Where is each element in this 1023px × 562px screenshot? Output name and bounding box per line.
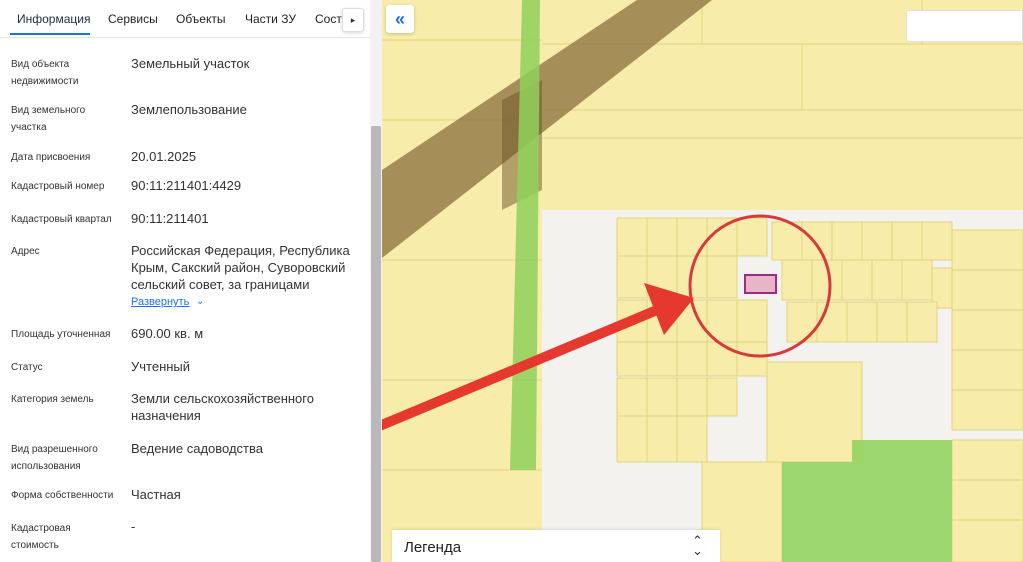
date-assigned-label: Дата присвоения (11, 152, 91, 163)
object-type-label: Вид объекта недвижимости (11, 59, 79, 87)
plot-type-value: Землепользование (131, 102, 247, 117)
status-value: Учтенный (131, 359, 191, 374)
land-category-value: Земли сельскохозяйственного назначения (131, 391, 314, 423)
cadastral-number-label: Кадастровый номер (11, 181, 105, 192)
cadastral-number-value: 90:11:211401:4429 (131, 178, 242, 193)
tab-scroll-button[interactable]: ▸ (342, 8, 364, 32)
cadastral-quarter-value: 90:11:211401 (131, 211, 209, 226)
active-tab-indicator (10, 33, 90, 35)
ownership-value: Частная (131, 487, 181, 502)
plot-type-label: Вид земельного участка (11, 105, 86, 133)
area-label: Площадь уточненная (11, 329, 111, 340)
selected-parcel[interactable] (744, 274, 777, 294)
legend-label: Легенда (404, 539, 462, 556)
map-search-field[interactable] (906, 10, 1023, 42)
permitted-use-label: Вид разрешенного использования (11, 444, 98, 472)
legend-bar[interactable]: Легенда ⌃ ⌄ (392, 530, 720, 562)
tab-plot-parts[interactable]: Части ЗУ (245, 12, 296, 26)
chevron-up-down-icon[interactable]: ⌃ ⌄ (692, 534, 703, 557)
tab-services[interactable]: Сервисы (108, 12, 158, 26)
panel-scroll-thumb[interactable] (371, 126, 381, 562)
collapse-panel-button[interactable]: « (386, 5, 414, 33)
tab-objects[interactable]: Объекты (176, 12, 226, 26)
expand-address-link[interactable]: Развернуть (131, 296, 189, 308)
chevron-right-icon: ▸ (350, 14, 356, 25)
object-type-value: Земельный участок (131, 56, 250, 71)
cadastral-value-value: - (131, 519, 136, 534)
double-chevron-left-icon: « (394, 8, 405, 29)
map-canvas[interactable] (382, 0, 1023, 562)
cadastral-value-label: Кадастровая стоимость (11, 523, 71, 551)
status-label: Статус (11, 362, 43, 373)
permitted-use-value: Ведение садоводства (131, 441, 263, 456)
cadastral-map[interactable] (382, 0, 1023, 562)
ownership-label: Форма собственности (11, 490, 114, 501)
info-panel: Информация Сервисы Объекты Части ЗУ Сост… (0, 0, 370, 562)
chevron-down-icon[interactable]: ⌄ (196, 296, 204, 307)
address-value: Российская Федерация, Республика Крым, С… (131, 243, 350, 292)
address-label: Адрес (11, 246, 40, 257)
date-assigned-value: 20.01.2025 (131, 149, 197, 164)
land-category-label: Категория земель (11, 394, 94, 405)
area-value: 690.00 кв. м (131, 326, 204, 341)
tab-bar: Информация Сервисы Объекты Части ЗУ Сост… (0, 0, 370, 38)
tab-information[interactable]: Информация (17, 12, 90, 26)
cadastral-quarter-label: Кадастровый квартал (11, 214, 112, 225)
